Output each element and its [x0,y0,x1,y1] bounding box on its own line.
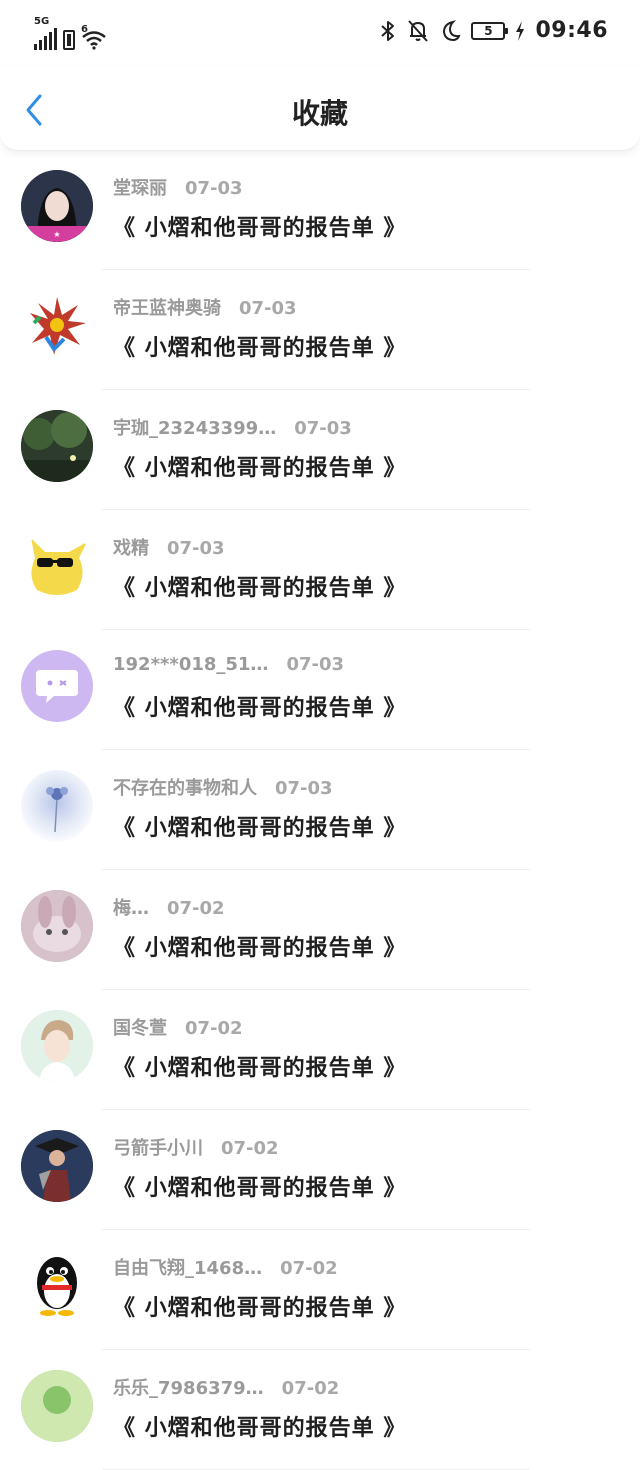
status-left: 5G 6 [34,16,107,50]
post-title[interactable]: 《 小熠和他哥哥的报告单 》 [113,1410,406,1442]
clock-time: 09:46 [535,18,608,43]
author-name: 帝王蓝神奥骑 [113,298,221,319]
photo-avatar-icon [21,410,93,482]
avatar[interactable] [21,1010,93,1082]
avatar[interactable] [21,1370,93,1442]
avatar[interactable] [21,1130,93,1202]
post-title[interactable]: 《 小熠和他哥哥的报告单 》 [113,450,406,482]
item-meta: 宇珈_23243399… 07-03 [113,414,352,440]
post-title[interactable]: 《 小熠和他哥哥的报告单 》 [113,810,406,842]
battery-indicator: 5 [471,21,509,40]
avatar[interactable] [21,890,93,962]
item-meta: 不存在的事物和人 07-03 [113,774,333,800]
author-name: 弓箭手小川 [113,1138,203,1159]
list-item[interactable]: 梅… 07-02 《 小熠和他哥哥的报告单 》 [0,870,640,990]
favorites-list: ★ 堂琛丽 07-03 《 小熠和他哥哥的报告单 》帝王蓝神奥骑 07-03 《 小熠和他… [0,150,640,1470]
photo-avatar-icon: ★ [21,170,93,242]
item-meta: 弓箭手小川 07-02 [113,1134,279,1160]
flower-icon [46,787,68,833]
author-name: 乐乐_7986379… [113,1378,264,1399]
network-type-label: 5G [34,16,50,27]
avatar[interactable] [21,1250,93,1322]
post-date: 07-03 [286,654,345,675]
wifi-6-label: 6 [81,24,88,35]
post-title[interactable]: 《 小熠和他哥哥的报告单 》 [113,210,406,242]
author-name: 堂琛丽 [113,178,167,199]
chat-bubble-icon [36,670,78,703]
post-date: 07-02 [185,1018,243,1039]
list-item[interactable]: ★ 堂琛丽 07-03 《 小熠和他哥哥的报告单 》 [0,150,640,270]
list-item[interactable]: 国冬萱 07-02 《 小熠和他哥哥的报告单 》 [0,990,640,1110]
item-meta: 国冬萱 07-02 [113,1014,243,1040]
author-name: 宇珈_23243399… [113,418,277,439]
list-item[interactable]: 192***018_51… 07-03 《 小熠和他哥哥的报告单 》 [0,630,640,750]
status-right: 5 09:46 [379,18,608,43]
avatar[interactable] [21,410,93,482]
list-item[interactable]: 戏精 07-03 《 小熠和他哥哥的报告单 》 [0,510,640,630]
avatar[interactable] [21,650,93,722]
cellular-signal: 5G [34,16,57,50]
post-date: 07-03 [239,298,297,319]
post-date: 07-03 [167,538,225,559]
avatar[interactable] [21,770,93,842]
wifi-icon: 6 [81,24,107,50]
item-meta: 梅… 07-02 [113,894,225,920]
item-meta: 192***018_51… 07-03 [113,654,344,675]
author-name: 国冬萱 [113,1018,167,1039]
post-title[interactable]: 《 小熠和他哥哥的报告单 》 [113,1290,406,1322]
post-title[interactable]: 《 小熠和他哥哥的报告单 》 [113,1050,406,1082]
svg-text:★: ★ [53,230,60,239]
dragon-figure-icon [30,297,86,355]
item-meta: 堂琛丽 07-03 [113,174,243,200]
post-title[interactable]: 《 小熠和他哥哥的报告单 》 [113,330,406,362]
list-item[interactable]: 自由飞翔_1468… 07-02 《 小熠和他哥哥的报告单 》 [0,1230,640,1350]
author-name: 不存在的事物和人 [113,778,257,799]
list-item[interactable]: 帝王蓝神奥骑 07-03 《 小熠和他哥哥的报告单 》 [0,270,640,390]
post-date: 07-03 [294,418,352,439]
post-title[interactable]: 《 小熠和他哥哥的报告单 》 [113,570,406,602]
item-meta: 乐乐_7986379… 07-02 [113,1374,339,1400]
game-character-icon [21,1130,93,1202]
author-name: 自由飞翔_1468… [113,1258,263,1279]
post-title[interactable]: 《 小熠和他哥哥的报告单 》 [113,690,406,722]
photo-avatar-icon [21,1370,93,1442]
avatar[interactable] [21,530,93,602]
item-meta: 自由飞翔_1468… 07-02 [113,1254,338,1280]
post-date: 07-02 [167,898,225,919]
avatar[interactable] [21,290,93,362]
post-title[interactable]: 《 小熠和他哥哥的报告单 》 [113,930,406,962]
yellow-character-icon [31,538,87,595]
charging-bolt-icon [516,20,525,41]
item-meta: 戏精 07-03 [113,534,225,560]
photo-avatar-icon [21,890,93,962]
post-date: 07-03 [275,778,333,799]
nav-header: 收藏 [0,66,640,151]
sim-card-icon [63,30,75,50]
do-not-disturb-moon-icon [443,19,461,41]
list-item[interactable]: 宇珈_23243399… 07-03 《 小熠和他哥哥的报告单 》 [0,390,640,510]
post-date: 07-02 [281,1378,340,1399]
penguin-icon [37,1257,77,1316]
post-date: 07-02 [221,1138,279,1159]
list-item[interactable]: 不存在的事物和人 07-03 《 小熠和他哥哥的报告单 》 [0,750,640,870]
list-item[interactable]: 弓箭手小川 07-02 《 小熠和他哥哥的报告单 》 [0,1110,640,1230]
bluetooth-icon [381,20,395,41]
page-title: 收藏 [291,97,348,130]
bell-muted-icon [408,19,429,42]
post-title[interactable]: 《 小熠和他哥哥的报告单 》 [113,1170,406,1202]
author-name: 192***018_51… [113,654,269,675]
item-meta: 帝王蓝神奥骑 07-03 [113,294,297,320]
author-name: 梅… [113,898,149,919]
list-item[interactable]: 乐乐_7986379… 07-02 《 小熠和他哥哥的报告单 》 [0,1350,640,1470]
photo-avatar-icon [21,1010,93,1082]
avatar[interactable]: ★ [21,170,93,242]
status-bar: 5G 6 5 09:46 [0,0,640,66]
author-name: 戏精 [113,538,149,559]
post-date: 07-02 [280,1258,338,1279]
post-date: 07-03 [185,178,243,199]
